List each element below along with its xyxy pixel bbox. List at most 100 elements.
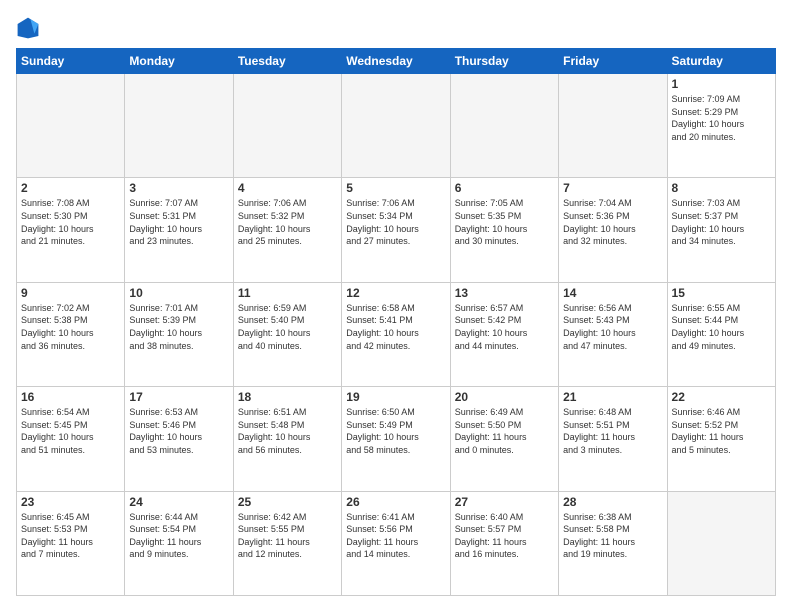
day-number: 21	[563, 390, 662, 404]
calendar-cell: 13 Sunrise: 6:57 AM Sunset: 5:42 PM Dayli…	[450, 282, 558, 386]
calendar-header-row: SundayMondayTuesdayWednesdayThursdayFrid…	[17, 49, 776, 74]
calendar-cell: 11 Sunrise: 6:59 AM Sunset: 5:40 PM Dayli…	[233, 282, 341, 386]
calendar-week-row: 1 Sunrise: 7:09 AM Sunset: 5:29 PM Daylig…	[17, 74, 776, 178]
day-info: Sunrise: 6:58 AM Sunset: 5:41 PM Dayligh…	[346, 302, 445, 352]
day-info: Sunrise: 7:06 AM Sunset: 5:32 PM Dayligh…	[238, 197, 337, 247]
day-of-week-header: Friday	[559, 49, 667, 74]
day-info: Sunrise: 7:09 AM Sunset: 5:29 PM Dayligh…	[672, 93, 771, 143]
day-info: Sunrise: 6:56 AM Sunset: 5:43 PM Dayligh…	[563, 302, 662, 352]
day-info: Sunrise: 6:41 AM Sunset: 5:56 PM Dayligh…	[346, 511, 445, 561]
day-info: Sunrise: 6:48 AM Sunset: 5:51 PM Dayligh…	[563, 406, 662, 456]
day-info: Sunrise: 6:42 AM Sunset: 5:55 PM Dayligh…	[238, 511, 337, 561]
day-number: 8	[672, 181, 771, 195]
logo	[16, 16, 44, 40]
day-of-week-header: Saturday	[667, 49, 775, 74]
day-info: Sunrise: 6:45 AM Sunset: 5:53 PM Dayligh…	[21, 511, 120, 561]
calendar-cell: 7 Sunrise: 7:04 AM Sunset: 5:36 PM Daylig…	[559, 178, 667, 282]
day-number: 16	[21, 390, 120, 404]
calendar-table: SundayMondayTuesdayWednesdayThursdayFrid…	[16, 48, 776, 596]
day-number: 22	[672, 390, 771, 404]
calendar-cell: 28 Sunrise: 6:38 AM Sunset: 5:58 PM Dayli…	[559, 491, 667, 595]
calendar-cell: 12 Sunrise: 6:58 AM Sunset: 5:41 PM Dayli…	[342, 282, 450, 386]
day-number: 20	[455, 390, 554, 404]
calendar-cell	[559, 74, 667, 178]
day-number: 25	[238, 495, 337, 509]
calendar-cell: 18Sunrise: 6:51 AM Sunset: 5:48 PM Dayli…	[233, 387, 341, 491]
day-of-week-header: Monday	[125, 49, 233, 74]
day-number: 18	[238, 390, 337, 404]
day-info: Sunrise: 6:44 AM Sunset: 5:54 PM Dayligh…	[129, 511, 228, 561]
day-of-week-header: Thursday	[450, 49, 558, 74]
day-number: 4	[238, 181, 337, 195]
calendar-week-row: 23 Sunrise: 6:45 AM Sunset: 5:53 PM Dayli…	[17, 491, 776, 595]
calendar-cell: 27 Sunrise: 6:40 AM Sunset: 5:57 PM Dayli…	[450, 491, 558, 595]
calendar-cell: 19 Sunrise: 6:50 AM Sunset: 5:49 PM Dayli…	[342, 387, 450, 491]
calendar-cell	[125, 74, 233, 178]
logo-icon	[16, 16, 40, 40]
day-number: 27	[455, 495, 554, 509]
page: SundayMondayTuesdayWednesdayThursdayFrid…	[0, 0, 792, 612]
day-number: 1	[672, 77, 771, 91]
day-number: 11	[238, 286, 337, 300]
day-info: Sunrise: 6:54 AM Sunset: 5:45 PM Dayligh…	[21, 406, 120, 456]
day-number: 15	[672, 286, 771, 300]
day-info: Sunrise: 7:08 AM Sunset: 5:30 PM Dayligh…	[21, 197, 120, 247]
day-number: 5	[346, 181, 445, 195]
day-info: Sunrise: 6:49 AM Sunset: 5:50 PM Dayligh…	[455, 406, 554, 456]
calendar-cell: 10 Sunrise: 7:01 AM Sunset: 5:39 PM Dayli…	[125, 282, 233, 386]
day-info: Sunrise: 6:46 AM Sunset: 5:52 PM Dayligh…	[672, 406, 771, 456]
day-number: 14	[563, 286, 662, 300]
calendar-week-row: 16 Sunrise: 6:54 AM Sunset: 5:45 PM Dayli…	[17, 387, 776, 491]
calendar-cell: 1 Sunrise: 7:09 AM Sunset: 5:29 PM Daylig…	[667, 74, 775, 178]
calendar-cell	[17, 74, 125, 178]
day-info: Sunrise: 6:40 AM Sunset: 5:57 PM Dayligh…	[455, 511, 554, 561]
calendar-cell: 24 Sunrise: 6:44 AM Sunset: 5:54 PM Dayli…	[125, 491, 233, 595]
calendar-cell: 4 Sunrise: 7:06 AM Sunset: 5:32 PM Daylig…	[233, 178, 341, 282]
day-number: 28	[563, 495, 662, 509]
calendar-cell: 23 Sunrise: 6:45 AM Sunset: 5:53 PM Dayli…	[17, 491, 125, 595]
day-number: 26	[346, 495, 445, 509]
day-info: Sunrise: 6:59 AM Sunset: 5:40 PM Dayligh…	[238, 302, 337, 352]
day-number: 2	[21, 181, 120, 195]
calendar-cell: 3 Sunrise: 7:07 AM Sunset: 5:31 PM Daylig…	[125, 178, 233, 282]
calendar-cell: 17 Sunrise: 6:53 AM Sunset: 5:46 PM Dayli…	[125, 387, 233, 491]
day-number: 13	[455, 286, 554, 300]
day-number: 17	[129, 390, 228, 404]
calendar-cell: 15 Sunrise: 6:55 AM Sunset: 5:44 PM Dayli…	[667, 282, 775, 386]
day-info: Sunrise: 7:02 AM Sunset: 5:38 PM Dayligh…	[21, 302, 120, 352]
day-info: Sunrise: 7:01 AM Sunset: 5:39 PM Dayligh…	[129, 302, 228, 352]
calendar-cell	[667, 491, 775, 595]
day-info: Sunrise: 6:38 AM Sunset: 5:58 PM Dayligh…	[563, 511, 662, 561]
calendar-cell: 14 Sunrise: 6:56 AM Sunset: 5:43 PM Dayli…	[559, 282, 667, 386]
calendar-cell: 26 Sunrise: 6:41 AM Sunset: 5:56 PM Dayli…	[342, 491, 450, 595]
day-number: 10	[129, 286, 228, 300]
day-number: 12	[346, 286, 445, 300]
day-info: Sunrise: 6:55 AM Sunset: 5:44 PM Dayligh…	[672, 302, 771, 352]
calendar-cell: 20 Sunrise: 6:49 AM Sunset: 5:50 PM Dayli…	[450, 387, 558, 491]
day-of-week-header: Tuesday	[233, 49, 341, 74]
day-info: Sunrise: 6:53 AM Sunset: 5:46 PM Dayligh…	[129, 406, 228, 456]
day-info: Sunrise: 7:06 AM Sunset: 5:34 PM Dayligh…	[346, 197, 445, 247]
day-number: 7	[563, 181, 662, 195]
calendar-week-row: 9Sunrise: 7:02 AM Sunset: 5:38 PM Daylig…	[17, 282, 776, 386]
calendar-cell: 22 Sunrise: 6:46 AM Sunset: 5:52 PM Dayli…	[667, 387, 775, 491]
calendar-cell: 6Sunrise: 7:05 AM Sunset: 5:35 PM Daylig…	[450, 178, 558, 282]
calendar-cell: 21 Sunrise: 6:48 AM Sunset: 5:51 PM Dayli…	[559, 387, 667, 491]
day-of-week-header: Wednesday	[342, 49, 450, 74]
calendar-cell	[233, 74, 341, 178]
day-info: Sunrise: 6:50 AM Sunset: 5:49 PM Dayligh…	[346, 406, 445, 456]
day-number: 3	[129, 181, 228, 195]
calendar-cell: 9Sunrise: 7:02 AM Sunset: 5:38 PM Daylig…	[17, 282, 125, 386]
day-number: 23	[21, 495, 120, 509]
calendar-cell	[450, 74, 558, 178]
day-info: Sunrise: 6:57 AM Sunset: 5:42 PM Dayligh…	[455, 302, 554, 352]
day-number: 24	[129, 495, 228, 509]
day-info: Sunrise: 7:07 AM Sunset: 5:31 PM Dayligh…	[129, 197, 228, 247]
day-of-week-header: Sunday	[17, 49, 125, 74]
header	[16, 16, 776, 40]
day-number: 6	[455, 181, 554, 195]
day-info: Sunrise: 7:04 AM Sunset: 5:36 PM Dayligh…	[563, 197, 662, 247]
calendar-cell	[342, 74, 450, 178]
calendar-week-row: 2 Sunrise: 7:08 AM Sunset: 5:30 PM Daylig…	[17, 178, 776, 282]
day-number: 19	[346, 390, 445, 404]
